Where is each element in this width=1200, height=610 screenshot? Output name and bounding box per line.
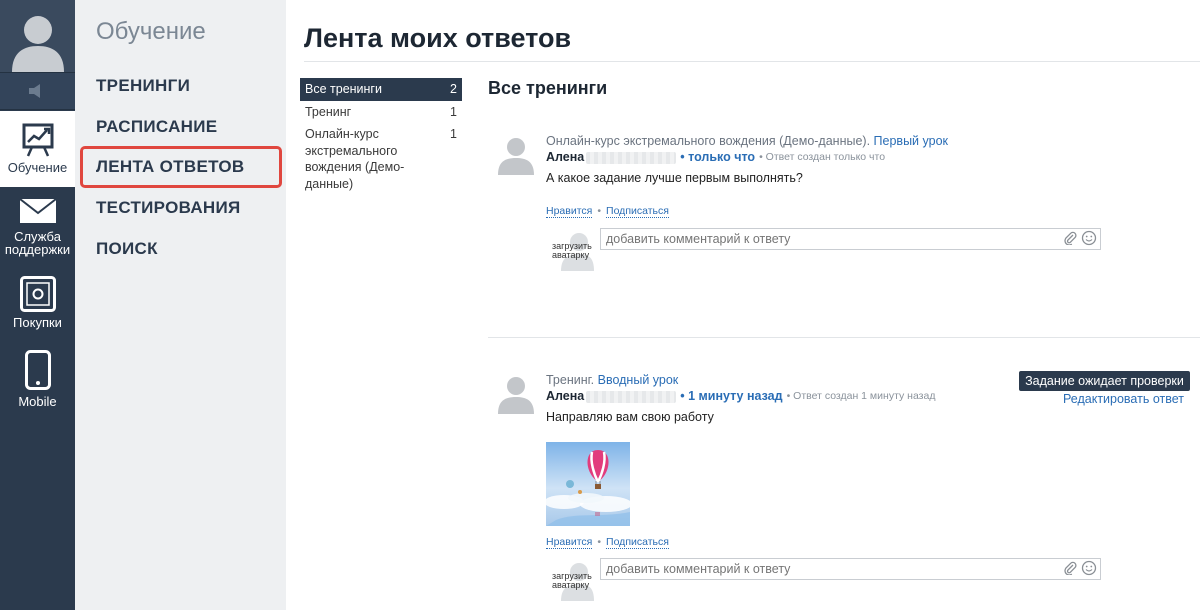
upload-avatar-line: аватарку (552, 580, 590, 590)
filter-label: Все тренинги (305, 82, 382, 96)
dot-separator: • (597, 536, 602, 548)
comment-input[interactable] (600, 228, 1101, 250)
rail-item-purchases[interactable]: Покупки (0, 276, 75, 336)
user-silhouette-icon (11, 16, 64, 72)
comment-box: загрузить аватарку (546, 558, 1101, 601)
redacted-surname (586, 151, 677, 164)
comment-input[interactable] (600, 558, 1101, 580)
like-link[interactable]: Нравится (546, 536, 593, 549)
nav-link-testing[interactable]: ТЕСТИРОВАНИЯ (96, 198, 241, 218)
lesson-link[interactable]: Первый урок (874, 134, 948, 148)
filter-label: Онлайн-курс экстремального вождения (Дем… (305, 127, 405, 191)
filter-item-training[interactable]: Тренинг 1 (300, 101, 462, 124)
post-body: Онлайн-курс экстремального вождения (Дем… (546, 133, 1186, 218)
post-actions: Нравится • Подписаться (546, 205, 1186, 218)
upload-avatar-text: загрузить аватарку (552, 572, 592, 590)
post-separator (488, 337, 1200, 338)
paperclip-icon[interactable] (1063, 231, 1077, 245)
user-avatar[interactable] (0, 0, 75, 72)
post-text: А какое задание лучше первым выполнять? (546, 171, 803, 185)
rail-item-learning[interactable]: Обучение (0, 111, 75, 187)
nav-link-trainings[interactable]: ТРЕНИНГИ (96, 76, 190, 96)
subscribe-link[interactable]: Подписаться (606, 536, 669, 549)
upload-avatar[interactable]: загрузить аватарку (551, 228, 594, 271)
chart-board-icon (22, 123, 53, 157)
user-silhouette-icon (495, 133, 537, 175)
filter-label: Тренинг (305, 104, 352, 119)
subscribe-link[interactable]: Подписаться (606, 205, 669, 218)
filter-count: 1 (450, 104, 457, 119)
attachment-image[interactable] (546, 442, 630, 526)
filter-item-online-course[interactable]: Онлайн-курс экстремального вождения (Дем… (300, 123, 462, 195)
highlight-frame (80, 146, 282, 188)
post-time[interactable]: • 1 минуту назад (680, 388, 782, 405)
paperclip-icon[interactable] (1063, 561, 1077, 575)
filter-count: 1 (450, 127, 457, 141)
created-note: • Ответ создан 1 минуту назад (786, 390, 936, 402)
course-name: Тренинг. (546, 373, 595, 387)
post-meta: Алена • только что • Ответ создан только… (546, 149, 1186, 166)
answer-post: Тренинг. Вводный урок Алена • 1 минуту н… (495, 372, 1195, 602)
sound-toggle[interactable] (0, 72, 75, 110)
divider (304, 61, 1200, 62)
section-nav-title: Обучение (96, 18, 206, 45)
safe-icon (19, 276, 56, 312)
section-nav: Обучение ТРЕНИНГИ РАСПИСАНИЕ ЛЕНТА ОТВЕТ… (75, 0, 286, 610)
rail-item-support[interactable]: Служба поддержки (0, 198, 75, 264)
redacted-surname (586, 390, 677, 403)
post-text: Направляю вам свою работу (546, 410, 714, 424)
rail-item-label: поддержки (4, 242, 71, 257)
comment-box: загрузить аватарку (546, 228, 1101, 271)
training-filter: Все тренинги 2 Тренинг 1 Онлайн-курс экс… (300, 78, 462, 195)
upload-avatar[interactable]: загрузить аватарку (551, 558, 594, 601)
nav-link-schedule[interactable]: РАСПИСАНИЕ (96, 117, 217, 137)
app-rail: Обучение Служба поддержки Покупки Mobile (0, 0, 75, 610)
upload-avatar-line: аватарку (552, 250, 590, 260)
speaker-icon (28, 84, 40, 98)
comment-icons (1063, 230, 1097, 246)
smile-icon[interactable] (1081, 560, 1097, 576)
lesson-link[interactable]: Вводный урок (598, 373, 679, 387)
answer-post: Онлайн-курс экстремального вождения (Дем… (495, 133, 1195, 273)
edit-answer-link[interactable]: Редактировать ответ (1063, 392, 1184, 406)
filter-count: 2 (450, 82, 457, 96)
phone-icon (24, 350, 51, 390)
post-time[interactable]: • только что (680, 149, 755, 166)
post-actions: Нравится • Подписаться (546, 536, 669, 549)
upload-avatar-text: загрузить аватарку (552, 242, 592, 260)
smile-icon[interactable] (1081, 230, 1097, 246)
rail-item-label: Mobile (18, 394, 57, 409)
rail-item-label: Покупки (13, 315, 62, 330)
nav-link-search[interactable]: ПОИСК (96, 239, 158, 259)
section-title: Все тренинги (488, 78, 608, 98)
envelope-icon (18, 198, 57, 223)
filter-item-all[interactable]: Все тренинги 2 (300, 78, 462, 101)
hot-air-balloon-image (546, 442, 630, 526)
created-note: • Ответ создан только что (759, 151, 886, 163)
comment-icons (1063, 560, 1097, 576)
post-course: Онлайн-курс экстремального вождения (Дем… (546, 133, 1186, 149)
like-link[interactable]: Нравится (546, 205, 593, 218)
dot-separator: • (597, 205, 602, 217)
status-badge: Задание ожидает проверки (1019, 371, 1190, 391)
page-title: Лента моих ответов (304, 23, 572, 53)
author-name[interactable]: Алена (546, 149, 584, 166)
course-name: Онлайн-курс экстремального вождения (Дем… (546, 134, 871, 148)
rail-item-label: Обучение (7, 160, 68, 175)
author-name[interactable]: Алена (546, 388, 584, 405)
user-silhouette-icon (495, 372, 537, 414)
rail-item-mobile[interactable]: Mobile (0, 350, 75, 412)
